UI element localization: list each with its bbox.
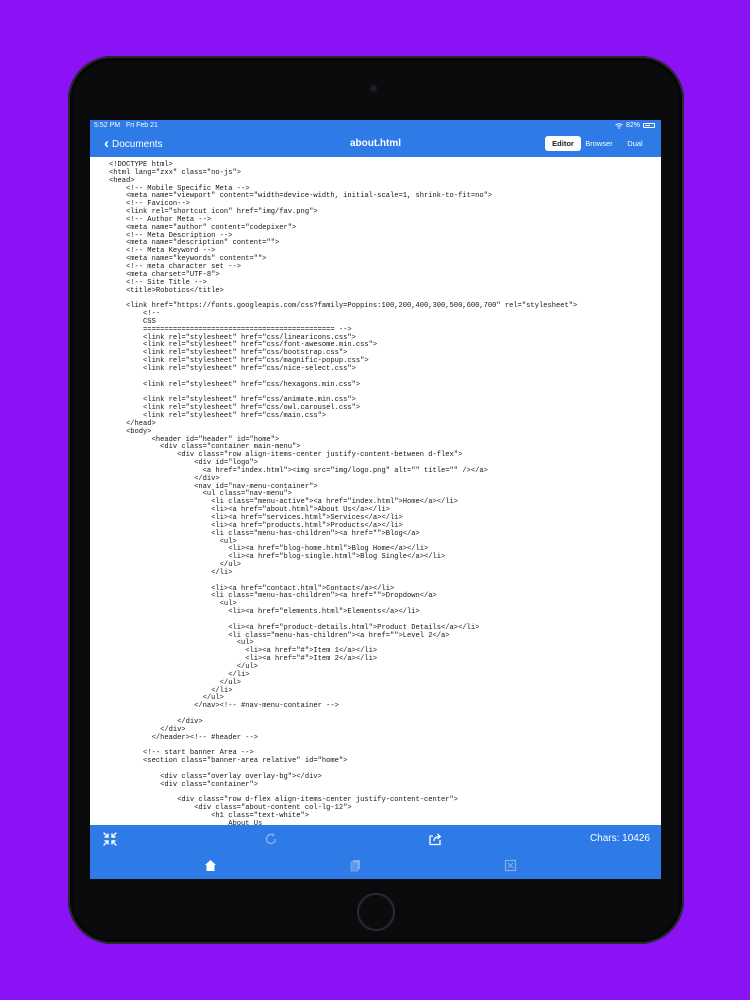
- collapse-icon: [103, 831, 117, 846]
- battery-icon: [643, 123, 655, 128]
- character-count: Chars: 10426: [589, 833, 650, 844]
- home-hardware-button[interactable]: [357, 893, 395, 931]
- segment-dual[interactable]: Dual: [617, 136, 653, 151]
- app-screen: 5:52 PM Fri Feb 21 82% ‹ Documents about…: [90, 120, 661, 879]
- bottom-tab-bar: [90, 852, 661, 879]
- tab-copy[interactable]: [349, 852, 362, 879]
- editor-toolbar: Chars: 10426: [90, 825, 661, 852]
- home-icon: [205, 860, 216, 871]
- segment-browser[interactable]: Browser: [581, 136, 617, 151]
- code-editor[interactable]: <!DOCTYPE html> <html lang="zxx" class="…: [90, 157, 661, 825]
- collapse-button[interactable]: [103, 825, 117, 852]
- refresh-icon: [265, 832, 277, 844]
- ipad-device: 5:52 PM Fri Feb 21 82% ‹ Documents about…: [68, 56, 684, 944]
- tab-home[interactable]: [204, 852, 217, 879]
- back-button-label: Documents: [112, 138, 163, 150]
- view-mode-segmented-control: Editor Browser Dual: [545, 136, 653, 151]
- code-text[interactable]: <!DOCTYPE html> <html lang="zxx" class="…: [90, 157, 661, 825]
- status-right-group: 82%: [615, 120, 655, 131]
- wifi-icon: [615, 122, 623, 129]
- copy-icon: [350, 860, 360, 872]
- share-button[interactable]: [428, 825, 442, 852]
- chevron-left-icon: ‹: [104, 135, 109, 152]
- back-button[interactable]: ‹ Documents: [104, 131, 163, 157]
- status-time: 5:52 PM: [94, 122, 121, 129]
- close-icon: [504, 859, 517, 872]
- navigation-bar: ‹ Documents about.html Editor Browser Du…: [90, 131, 661, 157]
- status-date: Fri Feb 21: [126, 122, 158, 129]
- refresh-button[interactable]: [264, 825, 278, 852]
- segment-editor[interactable]: Editor: [545, 136, 581, 151]
- share-icon: [429, 833, 442, 845]
- front-camera: [369, 84, 378, 93]
- status-bar: 5:52 PM Fri Feb 21 82%: [90, 120, 661, 131]
- battery-percent: 82%: [625, 122, 640, 129]
- tab-close[interactable]: [504, 852, 517, 879]
